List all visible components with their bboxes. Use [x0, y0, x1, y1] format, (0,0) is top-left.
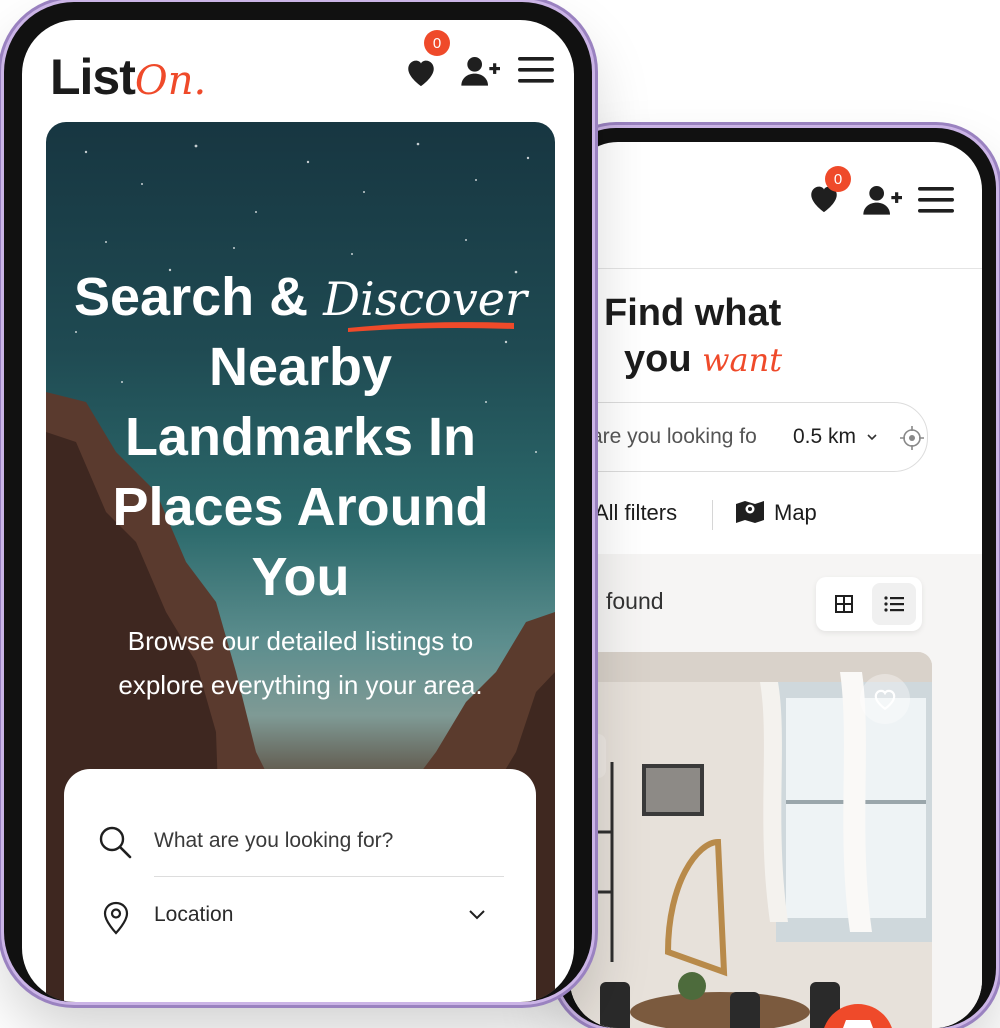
- all-filters-button[interactable]: All filters: [594, 500, 677, 526]
- brand-name-main: List: [50, 49, 136, 105]
- add-user-button[interactable]: [460, 54, 500, 93]
- filter-divider: [712, 500, 713, 530]
- listing-screen: n. 0 Find what you want are you looking …: [570, 142, 982, 1028]
- listing-card-image[interactable]: 00: [570, 652, 932, 1028]
- search-icon: [98, 825, 132, 864]
- hamburger-menu-icon: [518, 57, 554, 83]
- user-plus-icon: [461, 57, 500, 86]
- view-toggle: [816, 577, 922, 631]
- locate-me-button[interactable]: [899, 425, 925, 456]
- brand-name-accent: On.: [134, 58, 207, 104]
- card-divider: [154, 876, 504, 877]
- listing-page-title-line1: Find what: [604, 292, 782, 334]
- location-select[interactable]: Location: [154, 903, 233, 927]
- list-view-button[interactable]: [872, 583, 916, 625]
- store-icon: [843, 1020, 873, 1028]
- heart-icon: [408, 60, 434, 87]
- hero-title-line5: You: [251, 547, 350, 607]
- search-query-input[interactable]: What are you looking for?: [154, 829, 393, 853]
- hero-subtitle: Browse our detailed listings to explore …: [76, 619, 525, 707]
- home-phone-frame: ListOn. 0 Search & Discover Nearby Landm…: [4, 2, 592, 1002]
- hero-banner: Search & Discover Nearby Landmarks In Pl…: [46, 122, 555, 1002]
- heart-outline-icon: [874, 689, 896, 711]
- add-user-button[interactable]: [862, 184, 902, 221]
- hero-title-plain: Search &: [74, 267, 324, 327]
- listing-page-title-line2: you want: [624, 338, 782, 381]
- hero-subtitle-line2: explore everything in your area.: [118, 670, 483, 700]
- menu-button[interactable]: [518, 56, 554, 89]
- listing-search-input[interactable]: are you looking fo: [591, 425, 757, 449]
- hero-title-line2: Nearby: [208, 337, 393, 397]
- favorite-listing-button[interactable]: [860, 674, 910, 724]
- map-view-button[interactable]: Map: [774, 500, 817, 526]
- radius-value: 0.5 km: [793, 425, 857, 448]
- menu-button[interactable]: [918, 186, 954, 219]
- header-divider: [570, 268, 982, 269]
- grid-icon: [835, 595, 853, 613]
- brand-logo[interactable]: ListOn.: [50, 48, 206, 106]
- crosshair-icon: [900, 426, 924, 450]
- accent-underline: [348, 322, 514, 332]
- hamburger-menu-icon: [918, 187, 954, 213]
- title-accent-text: want: [702, 341, 783, 379]
- radius-select[interactable]: 0.5 km: [793, 425, 878, 449]
- listing-phone-frame: n. 0 Find what you want are you looking …: [556, 128, 996, 1028]
- chevron-down-icon: [867, 434, 877, 441]
- location-pin-icon: [102, 901, 130, 940]
- title-plain-text: you: [624, 338, 703, 380]
- list-icon: [884, 596, 904, 612]
- filter-row: All filters Map: [570, 482, 982, 552]
- home-screen: ListOn. 0 Search & Discover Nearby Landm…: [22, 20, 574, 1002]
- wishlist-button[interactable]: 0: [807, 166, 851, 219]
- grid-view-button[interactable]: [822, 583, 866, 625]
- hero-search-card: What are you looking for? Location: [64, 769, 536, 1002]
- map-icon: [734, 498, 766, 531]
- listing-search-bar[interactable]: are you looking fo 0.5 km: [570, 402, 928, 472]
- user-plus-icon: [863, 186, 902, 215]
- hero-subtitle-line1: Browse our detailed listings to: [127, 626, 474, 656]
- hero-title-line3: Landmarks In: [124, 407, 477, 467]
- hero-title-line4: Places Around: [112, 477, 489, 537]
- wishlist-button[interactable]: 0: [404, 30, 450, 93]
- wishlist-count-badge: 0: [825, 166, 851, 192]
- wishlist-count-badge: 0: [424, 30, 450, 56]
- chevron-down-icon[interactable]: [468, 907, 486, 926]
